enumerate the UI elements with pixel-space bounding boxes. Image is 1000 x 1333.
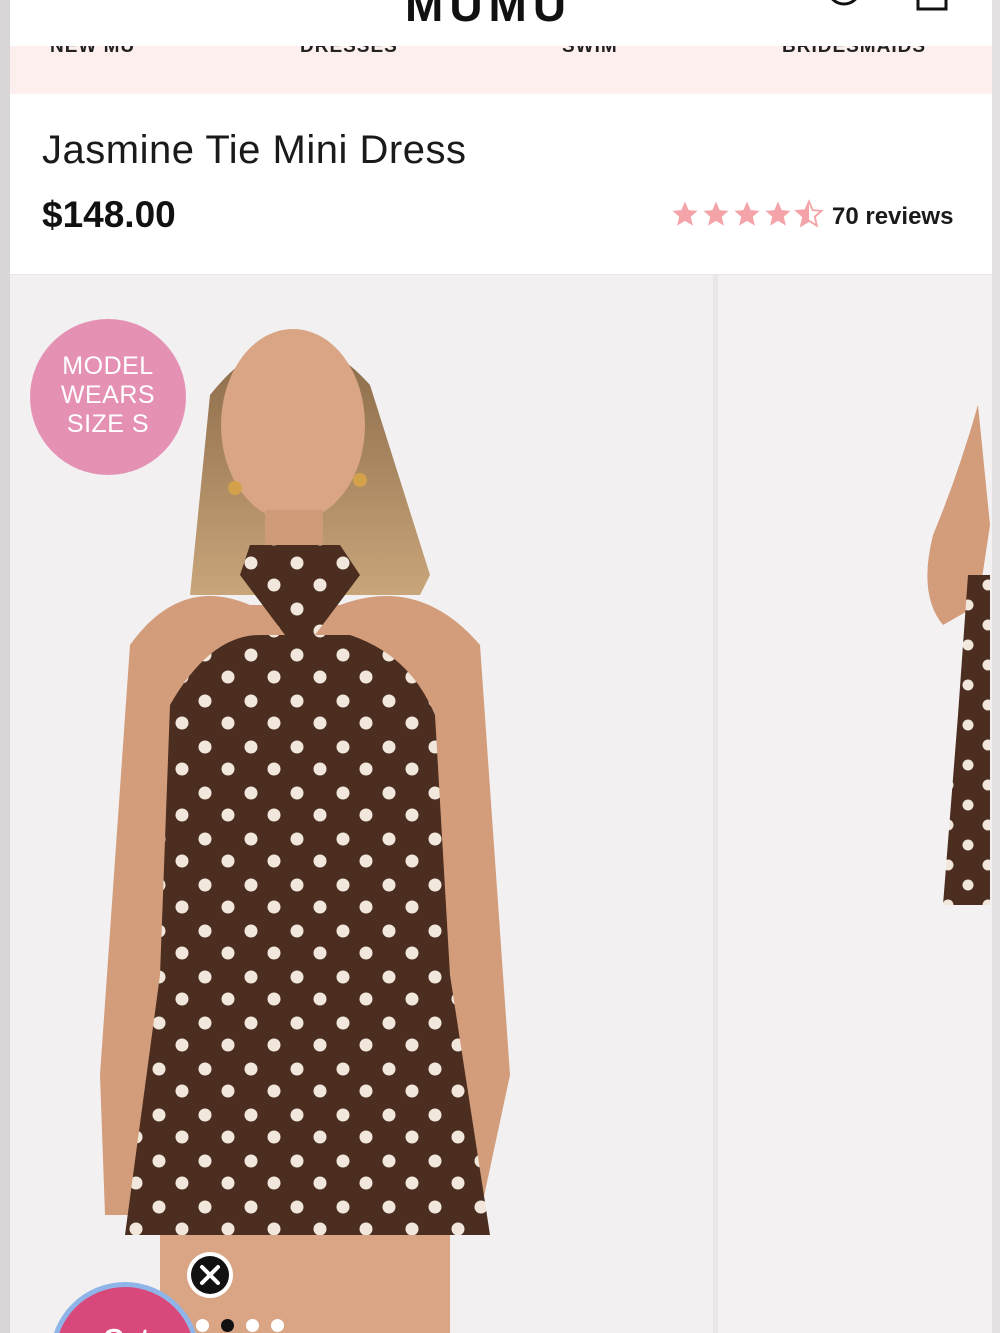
star-icon	[672, 201, 698, 226]
model-photo-front[interactable]: MODEL WEARS SIZE S	[10, 275, 713, 1333]
reviews-link[interactable]: 70 reviews	[832, 203, 953, 231]
product-title: Jasmine Tie Mini Dress	[42, 128, 467, 172]
product-info: Jasmine Tie Mini Dress $148.00 70 review…	[10, 94, 992, 274]
product-price: $148.00	[42, 194, 176, 235]
category-nav: NEW MU DRESSES SWIM BRIDESMAIDS	[10, 46, 992, 94]
account-icon[interactable]	[825, 0, 863, 6]
gallery-pagination	[196, 1319, 284, 1332]
close-popup-button[interactable]	[187, 1252, 233, 1298]
nav-item-new[interactable]: NEW MU	[50, 46, 135, 58]
pagination-dot[interactable]	[196, 1319, 209, 1332]
nav-item-dresses[interactable]: DRESSES	[300, 46, 398, 58]
half-star-icon	[794, 199, 824, 228]
nav-item-bridesmaids[interactable]: BRIDESMAIDS	[782, 46, 926, 58]
page-right-edge	[992, 0, 1000, 1333]
model-side-illustration	[927, 405, 990, 905]
rating-stars[interactable]	[670, 199, 824, 229]
close-icon	[191, 1256, 229, 1294]
star-icon	[734, 201, 760, 226]
model-photo-side[interactable]	[718, 275, 992, 1333]
shopping-bag-icon[interactable]	[910, 0, 954, 12]
product-gallery[interactable]: MODEL WEARS SIZE S	[10, 275, 992, 1333]
site-logo[interactable]: MUMU	[405, 0, 572, 32]
nav-item-swim[interactable]: SWIM	[562, 46, 618, 58]
pagination-dot-active[interactable]	[221, 1319, 234, 1332]
star-icon	[765, 201, 791, 226]
site-header: MUMU	[10, 0, 992, 46]
pagination-dot[interactable]	[246, 1319, 259, 1332]
star-icon	[703, 201, 729, 226]
page-left-edge	[0, 0, 10, 1333]
pagination-dot[interactable]	[271, 1319, 284, 1332]
model-size-badge: MODEL WEARS SIZE S	[30, 319, 186, 475]
